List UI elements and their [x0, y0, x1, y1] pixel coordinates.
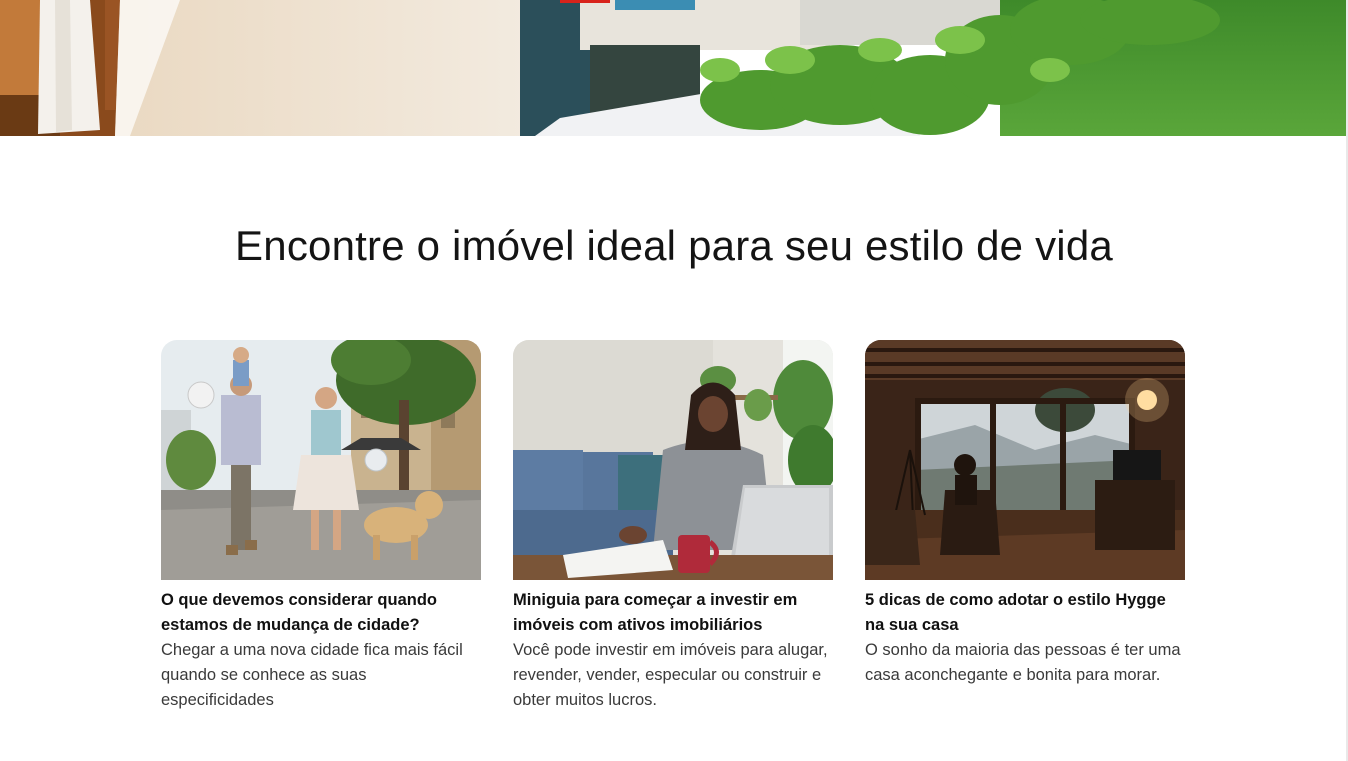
article-card-title[interactable]: Miniguia para começar a investir em imóv…	[513, 588, 833, 638]
article-card-title[interactable]: 5 dicas de como adotar o estilo Hygge na…	[865, 588, 1185, 638]
article-card-image[interactable]	[513, 340, 833, 580]
article-cards: O que devemos considerar quando estamos …	[161, 340, 1185, 740]
article-card[interactable]: O que devemos considerar quando estamos …	[161, 340, 481, 713]
article-card[interactable]: Miniguia para começar a investir em imóv…	[513, 340, 833, 713]
article-card[interactable]: 5 dicas de como adotar o estilo Hygge na…	[865, 340, 1185, 688]
article-card-description: Chegar a uma nova cidade fica mais fácil…	[161, 641, 463, 709]
article-card-description: O sonho da maioria das pessoas é ter uma…	[865, 641, 1181, 684]
article-card-title[interactable]: O que devemos considerar quando estamos …	[161, 588, 481, 638]
article-card-image[interactable]	[865, 340, 1185, 580]
section-title: Encontre o imóvel ideal para seu estilo …	[235, 222, 1113, 269]
article-card-image[interactable]	[161, 340, 481, 580]
article-card-description: Você pode investir em imóveis para aluga…	[513, 641, 828, 709]
hero-banner-image	[0, 0, 1348, 136]
